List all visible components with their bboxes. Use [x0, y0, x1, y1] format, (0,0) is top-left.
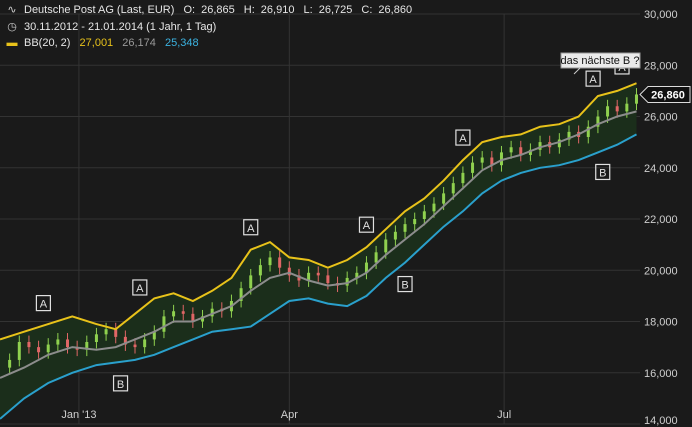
candle-body	[8, 359, 12, 368]
callout-text: das nächste B ?	[561, 55, 640, 67]
candle-body	[46, 344, 50, 353]
legend-row-3: ▬ BB(20, 2) 27,001 26,174 25,348	[6, 37, 205, 49]
candle-body	[393, 231, 397, 240]
candle-body	[17, 342, 21, 360]
signal-a-label: A	[247, 223, 255, 235]
x-tick-label: Jul	[497, 409, 511, 421]
y-tick-label: 30,000	[644, 9, 678, 21]
candle-body	[181, 311, 185, 314]
band-fill	[0, 83, 637, 419]
candle-body	[104, 329, 108, 335]
y-tick-label: 26,000	[644, 112, 678, 124]
candle-body	[278, 257, 282, 268]
clock-icon[interactable]: ◷	[6, 20, 18, 33]
x-tick-label: Jan '13	[61, 409, 96, 421]
y-tick-label: 22,000	[644, 214, 678, 226]
candle-body	[413, 219, 417, 225]
candle-body	[499, 152, 503, 166]
candle-body	[625, 103, 629, 112]
candle-body	[606, 106, 610, 117]
candle-body	[268, 257, 272, 266]
legend-row-2: ◷ 30.11.2012 - 21.01.2014 (1 Jahr, 1 Tag)	[6, 20, 222, 33]
signal-a-label: A	[136, 283, 144, 295]
candle-body	[258, 265, 262, 276]
x-axis: Jan '13AprJulOktJan '14	[61, 409, 511, 421]
y-tick-label: 28,000	[644, 60, 678, 72]
y-tick-label: 20,000	[644, 265, 678, 277]
low-label: L:	[303, 4, 313, 16]
callout-pointer	[573, 67, 581, 75]
candle-body	[374, 252, 378, 263]
close-value: 26,860	[378, 4, 413, 16]
bb-line-icon: ▬	[6, 37, 18, 49]
high-label: H:	[243, 4, 255, 16]
signal-b-label: B	[599, 167, 606, 179]
signal-a-label: A	[589, 74, 597, 86]
y-tick-label: 16,000	[644, 368, 678, 380]
bb-label[interactable]: BB(20, 2)	[24, 37, 70, 49]
y-tick-label: 18,000	[644, 317, 678, 329]
instrument-name: Deutsche Post AG (Last, EUR)	[24, 4, 175, 16]
open-label: O:	[183, 4, 196, 16]
candle-body	[451, 183, 455, 194]
candle-body	[634, 94, 638, 104]
price-chart: ABAAABAABA 30,00028,00026,00024,00022,00…	[0, 9, 691, 427]
candle-body	[326, 275, 330, 284]
candle-body	[66, 339, 70, 348]
candle-body	[27, 342, 31, 348]
y-tick-label: 24,000	[644, 163, 678, 175]
signal-a-label: A	[459, 133, 467, 145]
candle-body	[403, 224, 407, 232]
candle-body	[509, 147, 513, 153]
bb-lower-value: 25,348	[164, 37, 199, 49]
signal-a-label: A	[363, 220, 371, 232]
signal-b-label: B	[401, 280, 408, 292]
candle-body	[442, 193, 446, 204]
candle-body	[471, 162, 475, 173]
signal-b-label: B	[117, 379, 124, 391]
legend-row-1: ∿ Deutsche Post AG (Last, EUR) O: 26,865 H…	[6, 3, 418, 16]
candle-body	[162, 316, 166, 332]
bollinger-band	[0, 83, 637, 419]
candle-body	[94, 334, 98, 342]
candle-body	[143, 339, 147, 348]
open-value: 26,865	[201, 4, 235, 16]
candle-body	[480, 157, 484, 163]
candle-body	[249, 275, 253, 289]
candle-body	[461, 172, 465, 184]
bb-mid-value: 26,174	[122, 37, 156, 49]
candle-body	[422, 211, 426, 219]
candle-body	[37, 347, 41, 353]
candle-body	[432, 203, 436, 212]
y-tick-label: 14,000	[644, 415, 678, 427]
signal-a-label: A	[40, 299, 48, 311]
candle-body	[172, 311, 176, 317]
candle-body	[384, 239, 388, 253]
high-value: 26,910	[260, 4, 295, 16]
candle-body	[133, 344, 137, 348]
candle-body	[615, 106, 619, 112]
x-tick-label: Apr	[281, 409, 298, 421]
last-price-label: 26,860	[651, 89, 685, 101]
chart-type-icon[interactable]: ∿	[6, 3, 18, 16]
candle-body	[316, 272, 320, 276]
candle-body	[56, 339, 60, 345]
low-value: 26,725	[318, 4, 353, 16]
period-text: 30.11.2012 - 21.01.2014 (1 Jahr, 1 Tag)	[24, 21, 217, 33]
close-label: C:	[361, 4, 373, 16]
candle-body	[114, 329, 118, 337]
y-axis: 30,000 28,000 26,000 24,000 22,000 20,000 18,0…	[644, 9, 678, 427]
bb-upper-value: 27,001	[79, 37, 114, 49]
